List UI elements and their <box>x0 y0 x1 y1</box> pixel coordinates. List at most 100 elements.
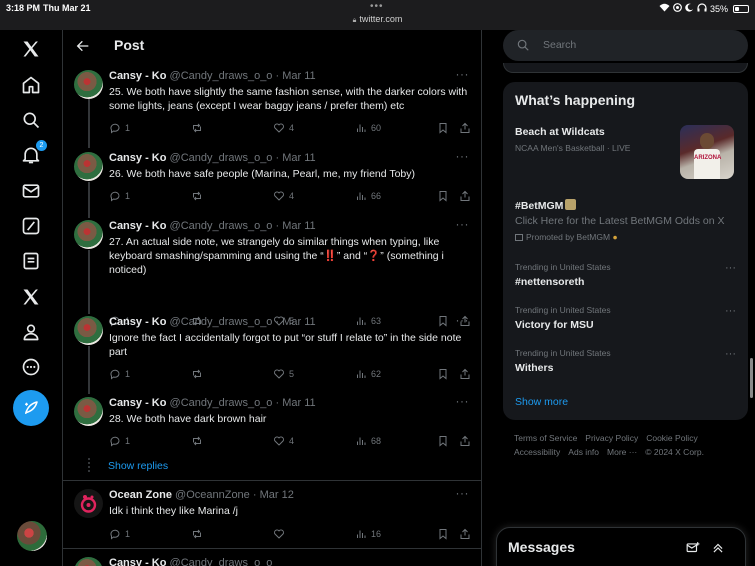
tweet-date[interactable]: Mar 11 <box>282 220 315 232</box>
tweet-date[interactable]: Mar 11 <box>282 152 315 164</box>
chevron-up-icon[interactable] <box>711 541 725 555</box>
views-button[interactable]: 68 <box>355 435 381 447</box>
more-options-icon[interactable]: ··· <box>456 486 470 500</box>
x-premium-icon[interactable] <box>18 284 44 310</box>
author-handle[interactable]: @Candy_draws_o_o <box>170 152 273 164</box>
like-button[interactable] <box>273 528 289 540</box>
share-button[interactable] <box>459 528 471 540</box>
avatar[interactable] <box>74 70 103 99</box>
bookmark-button[interactable] <box>437 315 449 327</box>
avatar[interactable] <box>74 152 103 181</box>
author-handle[interactable]: @Candy_draws_o_o <box>170 316 273 328</box>
compose-post-button[interactable] <box>13 390 49 426</box>
promo-description: Click Here for the Latest BetMGM Odds on… <box>515 215 725 227</box>
author-handle[interactable]: @Candy_draws_o_o <box>170 220 273 232</box>
avatar[interactable] <box>74 557 103 566</box>
more-options-icon[interactable]: ··· <box>456 217 470 231</box>
author-handle[interactable]: @Candy_draws_o_o <box>170 70 273 82</box>
author-handle[interactable]: @Candy_draws_o_o <box>170 397 273 409</box>
author-name[interactable]: Cansy - Ko <box>109 557 166 566</box>
scrollbar[interactable] <box>750 358 753 398</box>
grok-icon[interactable] <box>18 213 44 239</box>
more-options-icon[interactable]: ··· <box>456 149 470 163</box>
new-message-icon[interactable] <box>686 541 700 555</box>
share-button[interactable] <box>459 122 471 134</box>
repost-button[interactable] <box>191 435 207 447</box>
views-button[interactable]: 62 <box>355 368 381 380</box>
ads-info-link[interactable]: Ads info <box>568 447 599 457</box>
reply-button[interactable]: 1 <box>109 190 130 202</box>
author-name[interactable]: Cansy - Ko <box>109 220 166 232</box>
avatar[interactable] <box>74 316 103 345</box>
avatar[interactable] <box>74 489 103 518</box>
more-link[interactable]: More ··· <box>607 447 637 457</box>
cookie-link[interactable]: Cookie Policy <box>646 433 698 443</box>
account-avatar[interactable] <box>17 521 47 551</box>
tweet-date[interactable]: Mar 11 <box>282 397 315 409</box>
x-logo-icon[interactable] <box>18 36 44 62</box>
like-button[interactable]: 4 <box>273 122 294 134</box>
lists-icon[interactable] <box>18 248 44 274</box>
bookmark-button[interactable] <box>437 528 449 540</box>
bookmark-button[interactable] <box>437 435 449 447</box>
terms-link[interactable]: Terms of Service <box>514 433 577 443</box>
lion-icon: ● <box>612 232 618 242</box>
profile-icon[interactable] <box>18 319 44 345</box>
address-bar[interactable]: 🔒︎ twitter.com <box>0 14 755 25</box>
like-button[interactable]: 5 <box>273 368 294 380</box>
bookmark-button[interactable] <box>437 122 449 134</box>
author-name[interactable]: Cansy - Ko <box>109 152 166 164</box>
avatar[interactable] <box>74 220 103 249</box>
show-more-link[interactable]: Show more <box>515 396 568 408</box>
accessibility-link[interactable]: Accessibility <box>514 447 560 457</box>
more-options-icon[interactable]: ··· <box>456 67 470 81</box>
reply-button[interactable]: 1 <box>109 528 130 540</box>
more-options-icon[interactable]: ··· <box>456 394 470 408</box>
views-button[interactable]: 66 <box>355 190 381 202</box>
tweet-date[interactable]: Mar 11 <box>282 70 315 82</box>
author-name[interactable]: Ocean Zone <box>109 489 172 501</box>
share-button[interactable] <box>459 368 471 380</box>
like-button[interactable]: 4 <box>273 190 294 202</box>
repost-button[interactable] <box>191 122 207 134</box>
like-button[interactable]: 4 <box>273 435 294 447</box>
back-arrow-icon[interactable] <box>75 38 91 54</box>
bell-icon[interactable]: 2 <box>18 140 47 168</box>
more-options-icon[interactable]: ··· <box>725 305 736 317</box>
reply-button[interactable]: 1 <box>109 122 130 134</box>
search-box[interactable]: Search <box>503 30 748 61</box>
bookmark-button[interactable] <box>437 190 449 202</box>
author-handle[interactable]: @OceannZone <box>175 489 250 501</box>
more-icon[interactable] <box>18 354 44 380</box>
tweet-date[interactable]: Mar 12 <box>260 489 294 501</box>
reply-button[interactable]: 1 <box>109 435 130 447</box>
messages-drawer[interactable]: Messages <box>496 527 746 566</box>
more-options-icon[interactable]: ··· <box>725 348 736 360</box>
avatar[interactable] <box>74 397 103 426</box>
repost-button[interactable] <box>191 528 207 540</box>
view-count: 62 <box>371 369 382 379</box>
repost-button[interactable] <box>191 368 207 380</box>
more-options-icon[interactable]: ··· <box>725 262 736 274</box>
share-button[interactable] <box>459 435 471 447</box>
author-handle[interactable]: @Candy_draws_o_o <box>170 557 273 566</box>
author-name[interactable]: Cansy - Ko <box>109 397 166 409</box>
bookmark-button[interactable] <box>437 368 449 380</box>
search-icon[interactable] <box>18 107 44 133</box>
privacy-link[interactable]: Privacy Policy <box>585 433 638 443</box>
author-name[interactable]: Cansy - Ko <box>109 70 166 82</box>
views-button[interactable]: 63 <box>355 315 381 327</box>
more-options-icon[interactable]: ··· <box>456 313 470 327</box>
multitask-dots[interactable]: ••• <box>370 1 384 12</box>
show-replies-link[interactable]: Show replies <box>108 460 168 472</box>
tweet-date[interactable]: Mar 11 <box>282 316 315 328</box>
home-icon[interactable] <box>18 72 44 98</box>
repost-button[interactable] <box>191 190 207 202</box>
reply-button[interactable]: 1 <box>109 368 130 380</box>
mail-icon[interactable] <box>18 178 44 204</box>
trend-image: ARIZONA <box>680 125 734 179</box>
share-button[interactable] <box>459 190 471 202</box>
views-button[interactable]: 16 <box>355 528 381 540</box>
views-button[interactable]: 60 <box>355 122 381 134</box>
author-name[interactable]: Cansy - Ko <box>109 316 166 328</box>
